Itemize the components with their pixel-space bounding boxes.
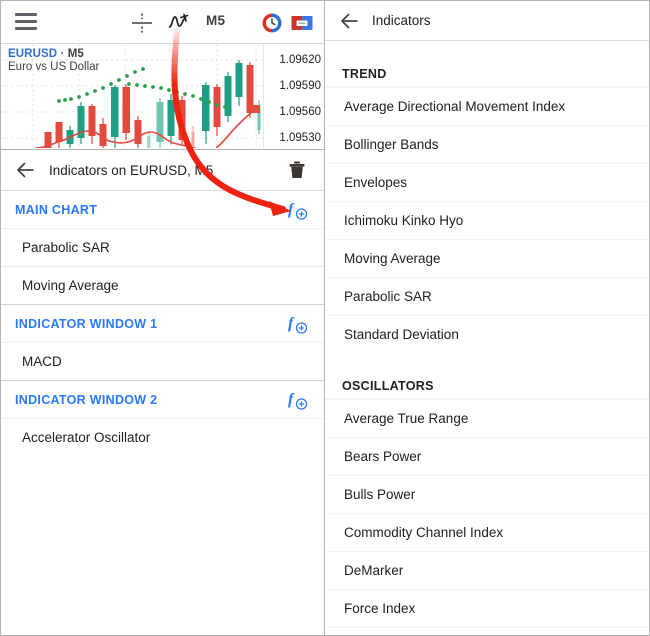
catalog-item-label: Bulls Power xyxy=(344,487,415,502)
section-header-indicator-window-1: INDICATOR WINDOW 1 f xyxy=(1,305,324,343)
catalog-item-label: Average True Range xyxy=(344,411,468,426)
chart-and-indicators-pane: M5 xyxy=(0,0,325,636)
catalog-item[interactable]: Parabolic SAR xyxy=(325,278,649,316)
catalog-item[interactable]: Bears Power xyxy=(325,438,649,476)
price-chart[interactable]: EURUSD · M5 Euro vs US Dollar 1.09620 1.… xyxy=(1,43,324,150)
section-title: OSCILLATORS xyxy=(342,379,434,393)
catalog-item[interactable]: MACD xyxy=(325,628,649,636)
catalog-section-trend: TREND xyxy=(325,51,649,88)
section-header-indicator-window-2: INDICATOR WINDOW 2 f xyxy=(1,381,324,419)
clock-icon[interactable] xyxy=(259,10,285,36)
svg-text:f: f xyxy=(288,315,295,332)
add-indicator-fx-icon[interactable]: f xyxy=(286,388,310,412)
timeframe-label[interactable]: M5 xyxy=(206,13,225,28)
spacer xyxy=(325,41,649,51)
price-axis: 1.09620 1.09590 1.09560 1.09530 xyxy=(264,44,324,149)
price-tick: 1.09620 xyxy=(279,54,321,66)
price-tick: 1.09560 xyxy=(279,106,321,118)
back-arrow-icon[interactable] xyxy=(15,159,37,181)
catalog-item[interactable]: Force Index xyxy=(325,590,649,628)
catalog-item[interactable]: Commodity Channel Index xyxy=(325,514,649,552)
catalog-item-label: Bollinger Bands xyxy=(344,137,439,152)
indicators-wave-icon[interactable] xyxy=(166,10,192,36)
page-title: Indicators xyxy=(372,13,431,28)
add-indicator-fx-icon[interactable]: f xyxy=(286,312,310,336)
catalog-item-label: Envelopes xyxy=(344,175,407,190)
catalog-item[interactable]: Average True Range xyxy=(325,400,649,438)
catalog-item-label: Ichimoku Kinko Hyo xyxy=(344,213,463,228)
section-title: TREND xyxy=(342,67,387,81)
back-arrow-icon[interactable] xyxy=(339,10,361,32)
indicator-row[interactable]: Parabolic SAR xyxy=(1,229,324,267)
indicator-name: MACD xyxy=(22,354,62,369)
indicator-name: Accelerator Oscillator xyxy=(22,430,150,445)
app-screen: M5 xyxy=(0,0,650,636)
section-title: MAIN CHART xyxy=(15,203,97,217)
catalog-item-label: Standard Deviation xyxy=(344,327,459,342)
indicator-row[interactable]: Moving Average xyxy=(1,267,324,305)
top-toolbar: M5 xyxy=(1,1,324,43)
catalog-item[interactable]: Standard Deviation xyxy=(325,316,649,353)
catalog-item[interactable]: Ichimoku Kinko Hyo xyxy=(325,202,649,240)
catalog-item[interactable]: DeMarker xyxy=(325,552,649,590)
catalog-item[interactable]: Moving Average xyxy=(325,240,649,278)
price-tick: 1.09530 xyxy=(279,132,321,144)
section-header-main-chart: MAIN CHART f xyxy=(1,191,324,229)
catalog-item-label: DeMarker xyxy=(344,563,403,578)
crosshair-icon[interactable] xyxy=(129,10,155,36)
catalog-item-label: Commodity Channel Index xyxy=(344,525,503,540)
spacer xyxy=(325,353,649,363)
catalog-item-label: Force Index xyxy=(344,601,415,616)
svg-text:f: f xyxy=(288,391,295,408)
indicator-name: Moving Average xyxy=(22,278,119,293)
section-title: INDICATOR WINDOW 2 xyxy=(15,393,157,407)
catalog-item-label: Bears Power xyxy=(344,449,421,464)
new-order-icon[interactable] xyxy=(289,10,315,36)
catalog-item-label: Moving Average xyxy=(344,251,441,266)
indicator-name: Parabolic SAR xyxy=(22,240,110,255)
hamburger-menu-icon[interactable] xyxy=(15,13,37,31)
catalog-item[interactable]: Envelopes xyxy=(325,164,649,202)
add-indicator-fx-icon[interactable]: f xyxy=(286,198,310,222)
indicators-catalog-pane: Indicators TREND Average Directional Mov… xyxy=(325,0,650,636)
catalog-section-oscillators: OSCILLATORS xyxy=(325,363,649,400)
catalog-item[interactable]: Average Directional Movement Index xyxy=(325,88,649,126)
indicators-header: Indicators xyxy=(325,1,649,41)
catalog-item[interactable]: Bulls Power xyxy=(325,476,649,514)
price-tick: 1.09590 xyxy=(279,80,321,92)
trash-icon[interactable] xyxy=(286,159,308,181)
indicator-row[interactable]: MACD xyxy=(1,343,324,381)
indicators-on-header: Indicators on EURUSD, M5 xyxy=(1,150,324,191)
catalog-item-label: Parabolic SAR xyxy=(344,289,432,304)
indicators-on-title: Indicators on EURUSD, M5 xyxy=(49,163,213,178)
section-title: INDICATOR WINDOW 1 xyxy=(15,317,157,331)
catalog-item-label: Average Directional Movement Index xyxy=(344,99,565,114)
catalog-item[interactable]: Bollinger Bands xyxy=(325,126,649,164)
indicator-row[interactable]: Accelerator Oscillator xyxy=(1,419,324,456)
svg-text:f: f xyxy=(288,201,295,218)
